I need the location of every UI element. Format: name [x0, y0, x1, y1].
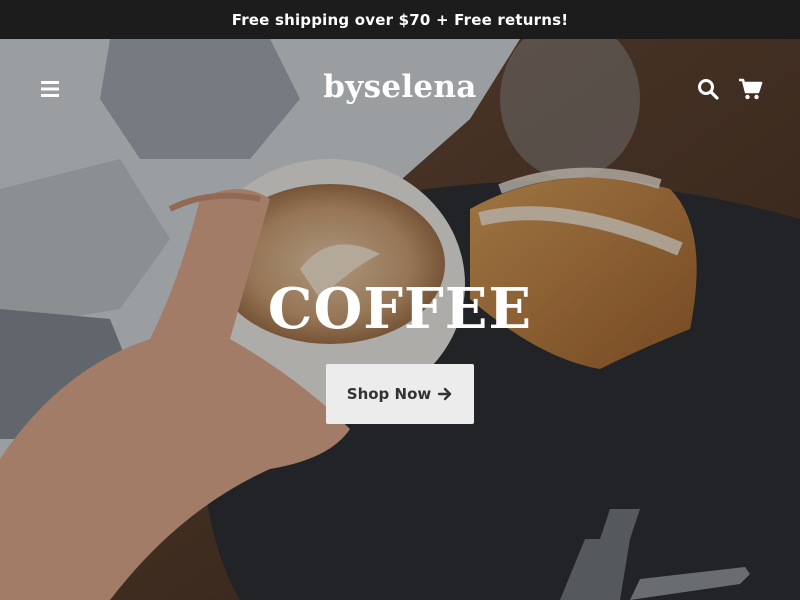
announcement-text: Free shipping over $70 + Free returns!: [231, 10, 569, 29]
hero-title: COFFEE: [267, 276, 533, 342]
arrow-right-icon: [437, 386, 453, 402]
shop-now-label: Shop Now: [346, 385, 432, 403]
logo-container: byselena: [0, 69, 800, 105]
hamburger-menu-icon[interactable]: [38, 77, 62, 101]
shop-now-button[interactable]: Shop Now: [326, 364, 474, 424]
site-logo[interactable]: byselena: [323, 69, 476, 105]
announcement-bar: Free shipping over $70 + Free returns!: [0, 0, 800, 39]
site-header: byselena: [0, 39, 800, 139]
cart-icon[interactable]: [737, 76, 763, 102]
search-icon[interactable]: [696, 77, 720, 101]
